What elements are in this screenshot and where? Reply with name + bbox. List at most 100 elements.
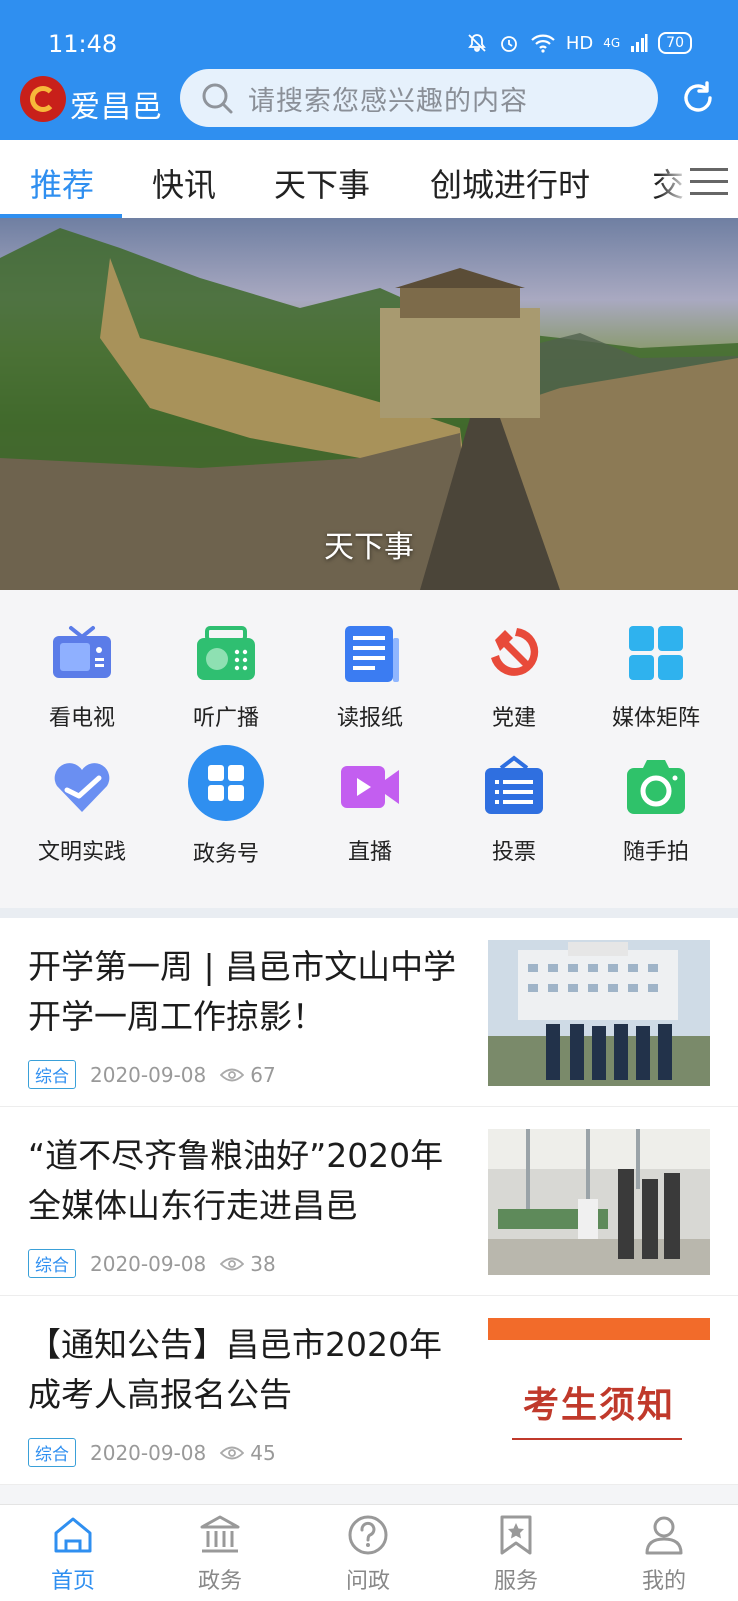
nav-home[interactable]: 首页: [13, 1513, 133, 1595]
party-emblem-icon: [491, 628, 539, 676]
search-icon: [202, 83, 233, 114]
bookmark-star-icon: [500, 1515, 532, 1555]
thumbnail-text: 考生须知: [522, 1385, 675, 1426]
status-time: 11:48: [48, 30, 118, 58]
tab-menu-button[interactable]: [658, 150, 738, 208]
news-views: 67: [220, 1062, 276, 1087]
grid-icon: [629, 626, 683, 680]
user-icon: [645, 1516, 683, 1555]
news-views: 38: [220, 1251, 276, 1276]
news-title: 【通知公告】昌邑市2020年成考人高报名公告: [28, 1325, 442, 1414]
heart-hand-icon: [54, 763, 110, 812]
menu-icon: [690, 168, 728, 171]
nav-profile[interactable]: 我的: [604, 1513, 724, 1595]
thumbnail-underline: [512, 1438, 682, 1440]
news-tag: 综合: [28, 1060, 76, 1089]
news-meta: 综合 2020-09-08 67: [28, 1060, 276, 1089]
eye-icon: [220, 1257, 245, 1270]
eye-icon: [220, 1446, 245, 1459]
nav-inquiry[interactable]: 问政: [308, 1513, 428, 1595]
nav-label: 问政: [345, 1569, 390, 1594]
top-bar: 爱昌邑 请搜索您感兴趣的内容: [0, 60, 738, 140]
news-thumbnail: [488, 1129, 710, 1275]
nav-label: 首页: [50, 1569, 95, 1594]
news-meta: 综合 2020-09-08 38: [28, 1249, 276, 1278]
feature-grid: 看电视 听广播 读报纸 党建 媒体矩阵 文明实践 政务号 直播 投票 随手拍: [0, 590, 738, 918]
feature-snapshot[interactable]: 随手拍: [586, 754, 726, 866]
signal-label: 4G: [603, 36, 621, 50]
tab-flash-news[interactable]: 快讯: [152, 160, 216, 206]
refresh-icon[interactable]: [678, 78, 718, 118]
news-thumbnail: [488, 940, 710, 1086]
wifi-icon: [531, 34, 555, 53]
home-icon: [54, 1517, 92, 1553]
mute-icon: [468, 34, 486, 52]
feature-government-accounts[interactable]: 政务号: [156, 744, 296, 868]
feature-label: 媒体矩阵: [611, 706, 700, 731]
signal-icon: [631, 34, 648, 52]
feature-media-matrix[interactable]: 媒体矩阵: [586, 620, 726, 732]
video-icon: [341, 766, 399, 808]
feature-label: 读报纸: [336, 706, 403, 731]
feature-label: 听广播: [192, 706, 259, 731]
news-thumbnail: 考生须知: [488, 1318, 710, 1464]
news-view-count: 67: [250, 1062, 276, 1087]
status-icons: HD 4G 70: [466, 32, 692, 54]
eye-icon: [220, 1068, 245, 1081]
radio-icon: [197, 626, 255, 680]
bottom-nav: 首页 政务 问政 服务 我的: [0, 1504, 738, 1601]
government-icon: [200, 1515, 240, 1553]
feature-label: 直播: [347, 840, 392, 865]
search-input[interactable]: 请搜索您感兴趣的内容: [180, 69, 658, 127]
nav-services[interactable]: 服务: [456, 1513, 576, 1595]
tab-city-creation[interactable]: 创城进行时: [430, 160, 590, 206]
feature-civilization-practice[interactable]: 文明实践: [12, 754, 152, 866]
news-date: 2020-09-08: [90, 1440, 207, 1465]
feature-live[interactable]: 直播: [300, 754, 440, 866]
news-item[interactable]: 开学第一周 | 昌邑市文山中学开学一周工作掠影！ 综合 2020-09-08 6…: [0, 918, 738, 1107]
news-item[interactable]: “道不尽齐鲁粮油好”2020年全媒体山东行走进昌邑 综合 2020-09-08 …: [0, 1107, 738, 1296]
feature-label: 投票: [491, 840, 536, 865]
nav-government[interactable]: 政务: [160, 1513, 280, 1595]
news-date: 2020-09-08: [90, 1251, 207, 1276]
feature-watch-tv[interactable]: 看电视: [12, 620, 152, 732]
feature-label: 随手拍: [622, 840, 689, 865]
app-brand: 爱昌邑: [70, 90, 163, 125]
nav-label: 我的: [641, 1569, 686, 1594]
newspaper-icon: [345, 626, 399, 682]
news-view-count: 38: [250, 1251, 276, 1276]
feature-read-newspaper[interactable]: 读报纸: [300, 620, 440, 732]
banner-caption: 天下事: [324, 530, 414, 565]
ballot-icon: [485, 755, 543, 814]
app-logo: [20, 76, 66, 122]
hero-banner[interactable]: 天下事: [0, 218, 738, 590]
tab-world-affairs[interactable]: 天下事: [274, 160, 370, 206]
tab-recommend[interactable]: 推荐: [30, 160, 94, 206]
nav-label: 政务: [197, 1569, 242, 1594]
news-tag: 综合: [28, 1249, 76, 1278]
alarm-icon: [500, 36, 517, 52]
news-item[interactable]: 【通知公告】昌邑市2020年成考人高报名公告 综合 2020-09-08 45 …: [0, 1296, 738, 1485]
category-tabs: 推荐 快讯 天下事 创城进行时 交: [0, 140, 738, 219]
feature-vote[interactable]: 投票: [444, 754, 584, 866]
thumbnail-banner-strip: [488, 1318, 710, 1340]
news-views: 45: [220, 1440, 276, 1465]
news-date: 2020-09-08: [90, 1062, 207, 1087]
feature-label: 文明实践: [37, 840, 126, 865]
feature-label: 看电视: [48, 706, 115, 731]
news-title: 开学第一周 | 昌邑市文山中学开学一周工作掠影！: [28, 947, 457, 1036]
network-label: HD: [565, 32, 594, 54]
news-title: “道不尽齐鲁粮油好”2020年全媒体山东行走进昌邑: [28, 1136, 444, 1225]
battery-indicator: 70: [658, 32, 692, 54]
nav-label: 服务: [493, 1569, 538, 1594]
feature-listen-radio[interactable]: 听广播: [156, 620, 296, 732]
feature-label: 党建: [491, 706, 536, 731]
feature-label: 政务号: [192, 842, 259, 867]
apps-icon: [188, 745, 264, 821]
camera-icon: [627, 760, 685, 814]
feature-party-building[interactable]: 党建: [444, 620, 584, 732]
news-view-count: 45: [250, 1440, 276, 1465]
tv-icon: [53, 626, 111, 678]
news-tag: 综合: [28, 1438, 76, 1467]
status-bar: 11:48 HD 4G 70: [0, 0, 738, 60]
